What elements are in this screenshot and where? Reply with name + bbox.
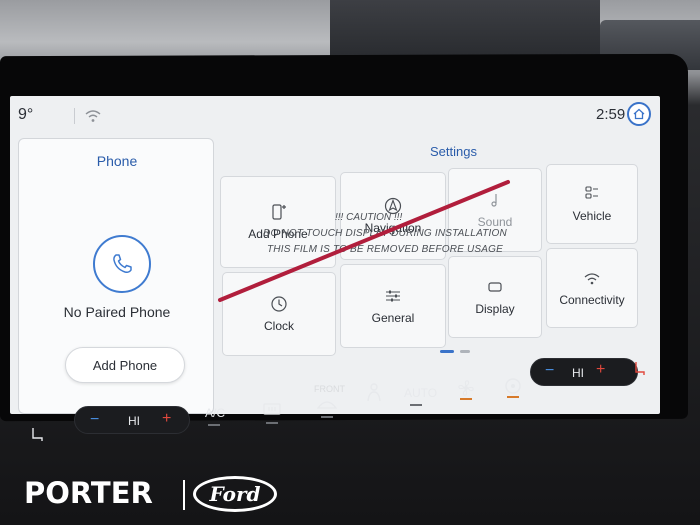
page-dot [460,350,470,353]
right-fan-decrease-button[interactable]: − [545,362,554,380]
vehicle-icon [585,186,598,199]
phone-card[interactable]: Phone No Paired Phone Add Phone [18,138,214,414]
ford-logo: Ford [193,476,277,512]
protective-film-notice: DO NOT TOUCH DISPLAY DURING INSTALLATION… [230,226,540,258]
tile-label: Display [475,302,515,316]
ford-logo-text: Ford [209,482,261,506]
dealer-logo-text: PORTER [24,476,153,510]
ac-indicator [208,424,220,426]
left-fan-level: HI [128,414,140,428]
tile-clock[interactable]: Clock [222,272,336,356]
auto-indicator [410,404,422,406]
settings-title: Settings [430,144,477,159]
phone-handset-icon [113,254,132,273]
outside-temperature: 9° [18,106,34,123]
front-defrost-label: FRONT [314,384,345,394]
fan-speed-icon[interactable] [456,378,476,398]
heated-steering-wheel-icon[interactable] [503,376,523,396]
status-bar: 9° 2:59 [10,96,660,132]
climate-control-bar: − HI + A/C FRONT AUTO − HI + [0,358,700,446]
auto-climate-button[interactable]: AUTO [404,386,437,400]
climate-mode-icon[interactable] [362,380,386,404]
tile-display[interactable]: Display [448,256,542,338]
no-paired-phone-label: No Paired Phone [63,304,171,320]
film-caution-text: !!! CAUTION !!! [335,212,403,223]
tile-vehicle[interactable]: Vehicle [546,164,638,244]
heated-seat-icon[interactable] [28,426,46,444]
tile-label: Clock [263,319,294,333]
ac-button[interactable]: A/C [205,406,225,420]
right-fan-increase-button[interactable]: + [596,361,605,379]
wifi-icon [85,110,101,122]
right-fan-level: HI [572,366,584,380]
film-notice-line-2: THIS FILM IS TO BE REMOVED BEFORE USAGE [267,244,503,255]
left-fan-increase-button[interactable]: + [162,410,171,428]
phone-connect-button[interactable] [93,235,151,293]
display-icon [488,282,502,292]
wifi-icon [584,273,600,285]
heated-passenger-seat-icon[interactable] [632,360,648,378]
rear-defrost-icon[interactable] [262,402,282,418]
page-dot-active [440,350,454,353]
tile-connectivity[interactable]: Connectivity [546,248,638,328]
fan-indicator [460,398,472,400]
status-divider [74,108,75,124]
tile-general[interactable]: General [340,264,446,348]
steering-heat-indicator [507,396,519,398]
film-notice-line-1: DO NOT TOUCH DISPLAY DURING INSTALLATION [263,228,507,239]
home-icon [633,108,645,120]
front-defrost-indicator [321,416,333,418]
sound-icon [491,194,497,207]
rear-defrost-indicator [266,422,278,424]
tile-label: General [371,311,415,325]
sliders-icon [386,290,400,302]
page-indicator [440,350,470,353]
phone-card-title: Phone [96,153,138,169]
home-button[interactable] [627,102,651,126]
tile-label: Vehicle [572,209,612,223]
front-defrost-icon[interactable] [316,396,338,410]
add-phone-icon [272,204,286,220]
tile-label: Connectivity [559,293,625,307]
dealer-logo-bar: PORTER Ford [0,470,700,525]
clock-time: 2:59 [596,106,626,123]
left-fan-decrease-button[interactable]: − [90,411,99,429]
clock-icon [271,296,287,312]
logo-divider [183,480,185,510]
